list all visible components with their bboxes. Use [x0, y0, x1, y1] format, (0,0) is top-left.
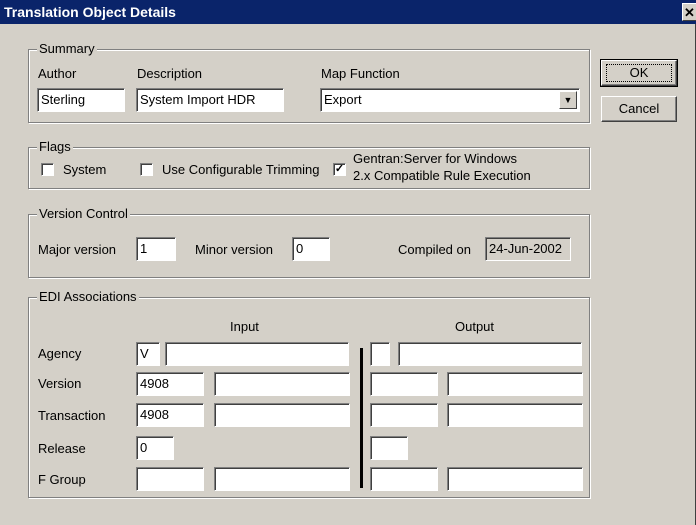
major-version-field[interactable]: 1	[136, 237, 176, 261]
system-label: System	[63, 162, 107, 177]
agency-output-code-field[interactable]	[370, 342, 390, 366]
transaction-output-desc-field[interactable]	[447, 403, 583, 427]
summary-legend: Summary	[37, 41, 97, 56]
version-control-legend: Version Control	[37, 206, 130, 221]
system-checkbox[interactable]	[41, 163, 54, 176]
compiled-on-label: Compiled on	[398, 242, 471, 257]
focus-rect	[606, 64, 672, 82]
version-input-desc-field[interactable]	[214, 372, 350, 396]
major-version-label: Major version	[38, 242, 117, 257]
transaction-output-code-field[interactable]	[370, 403, 438, 427]
fgroup-output-desc-field[interactable]	[447, 467, 583, 491]
transaction-input-desc-field[interactable]	[214, 403, 350, 427]
release-input-field[interactable]: 0	[136, 436, 174, 460]
version-output-code-field[interactable]	[370, 372, 438, 396]
map-function-dropdown[interactable]: Export ▼	[320, 88, 580, 112]
minor-version-label: Minor version	[195, 242, 274, 257]
agency-input-desc-field[interactable]	[165, 342, 349, 366]
map-function-label: Map Function	[321, 66, 400, 81]
transaction-input-code-field[interactable]: 4908	[136, 403, 204, 427]
fgroup-input-desc-field[interactable]	[214, 467, 350, 491]
fgroup-input-code-field[interactable]	[136, 467, 204, 491]
compat-label-line2: 2.x Compatible Rule Execution	[353, 168, 531, 183]
trimming-label: Use Configurable Trimming	[162, 162, 320, 177]
ok-button[interactable]: OK	[600, 59, 678, 87]
title-bar: Translation Object Details ✕	[0, 0, 696, 24]
edi-associations-legend: EDI Associations	[37, 289, 139, 304]
compat-checkbox[interactable]: ✓	[333, 163, 346, 176]
input-header: Input	[230, 319, 259, 334]
output-header: Output	[455, 319, 495, 334]
translation-object-details-dialog: Translation Object Details ✕ OK Cancel S…	[0, 0, 696, 525]
window-title: Translation Object Details	[4, 4, 176, 20]
fgroup-label: F Group	[38, 472, 86, 487]
release-output-field[interactable]	[370, 436, 408, 460]
author-label: Author	[38, 66, 77, 81]
compat-label-line1: Gentran:Server for Windows	[353, 151, 518, 166]
chevron-down-icon[interactable]: ▼	[559, 91, 577, 109]
input-output-divider	[360, 348, 363, 488]
version-output-desc-field[interactable]	[447, 372, 583, 396]
description-label: Description	[137, 66, 203, 81]
minor-version-field[interactable]: 0	[292, 237, 330, 261]
compiled-on-field: 24-Jun-2002	[485, 237, 571, 261]
agency-output-desc-field[interactable]	[398, 342, 582, 366]
close-icon[interactable]: ✕	[682, 3, 696, 21]
flags-legend: Flags	[37, 139, 73, 154]
trimming-checkbox[interactable]	[140, 163, 153, 176]
description-field[interactable]: System Import HDR	[136, 88, 284, 112]
fgroup-output-code-field[interactable]	[370, 467, 438, 491]
author-field[interactable]: Sterling	[37, 88, 125, 112]
cancel-button-label: Cancel	[618, 101, 660, 116]
version-input-code-field[interactable]: 4908	[136, 372, 204, 396]
map-function-value: Export	[324, 92, 362, 107]
transaction-label: Transaction	[38, 408, 106, 423]
release-label: Release	[38, 441, 86, 456]
version-label: Version	[38, 376, 82, 391]
cancel-button[interactable]: Cancel	[601, 96, 677, 122]
agency-label: Agency	[38, 346, 82, 361]
agency-input-code-field[interactable]: V	[136, 342, 160, 366]
